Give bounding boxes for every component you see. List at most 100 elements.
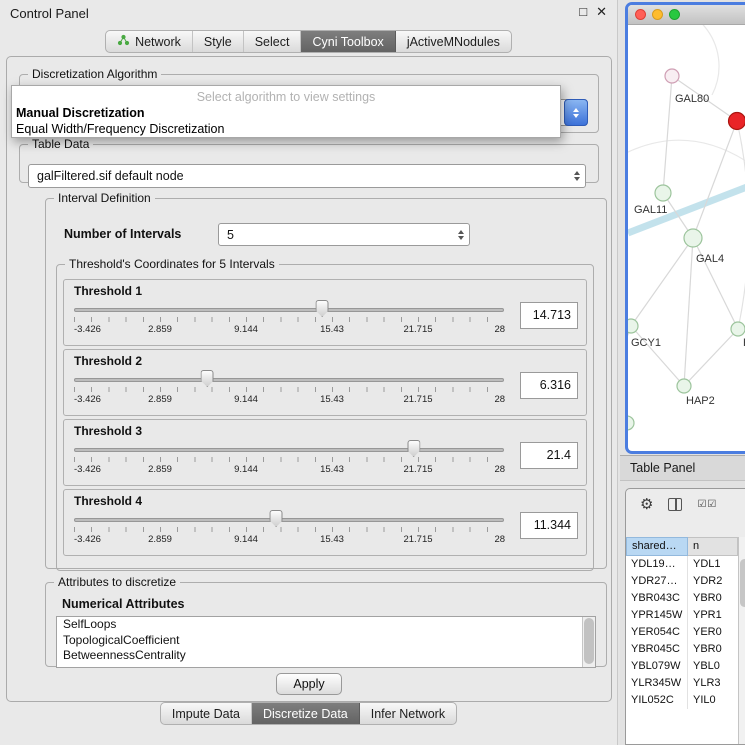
table-data-combobox[interactable]: galFiltered.sif default node [28,164,586,188]
close-icon[interactable]: ✕ [596,4,607,20]
tick-label: 9.144 [234,324,258,335]
close-traffic-light[interactable] [635,9,646,20]
float-window-icon[interactable]: □ [579,4,587,20]
table-row[interactable]: YBR045CYBR0 [626,641,738,658]
cell[interactable]: YBL0 [688,658,738,675]
table-row[interactable]: YLR345WYLR3 [626,675,738,692]
tick-label: -3.426 [74,324,101,335]
select-all-checkboxes-icon[interactable]: ☑☑ [697,499,717,510]
slider-thumb[interactable] [201,370,214,387]
threshold-1-value-field[interactable]: 14.713 [520,302,578,329]
thresholds-group: Threshold's Coordinates for 5 Intervals … [56,257,594,571]
threshold-4-value-field[interactable]: 11.344 [520,512,578,539]
cell[interactable]: YLR345W [626,675,688,692]
column-header-shared-name[interactable]: shared… [626,537,688,556]
tab-infer-network[interactable]: Infer Network [360,703,456,724]
cell[interactable]: YDL19… [626,556,688,573]
number-of-intervals-combobox[interactable]: 5 [218,223,470,246]
tab-style[interactable]: Style [193,31,244,52]
tab-discretize-data[interactable]: Discretize Data [252,703,360,724]
table-row[interactable]: YDR27…YDR2 [626,573,738,590]
threshold-2-value-field[interactable]: 6.316 [520,372,578,399]
tab-cyni-toolbox[interactable]: Cyni Toolbox [301,31,395,52]
tab-jactivemnodules[interactable]: jActiveMNodules [396,31,511,52]
node[interactable] [731,322,745,336]
node-selected[interactable] [729,113,745,130]
cell[interactable]: YLR3 [688,675,738,692]
tab-select[interactable]: Select [244,31,302,52]
cell[interactable]: YBR0 [688,641,738,658]
node[interactable] [684,229,702,247]
table-row[interactable]: YBL079WYBL0 [626,658,738,675]
scrollbar-thumb[interactable] [740,559,745,607]
node[interactable] [677,379,691,393]
threshold-2-slider[interactable]: -3.4262.8599.14415.4321.71528 [74,367,504,413]
cell[interactable]: YBR0 [688,590,738,607]
tick-label: -3.426 [74,464,101,475]
table-scrollbar[interactable] [738,537,745,744]
dropdown-option-equal-width[interactable]: Equal Width/Frequency Discretization [12,121,560,137]
cell[interactable]: YBR045C [626,641,688,658]
network-icon [117,34,130,49]
table-row[interactable]: YDL19…YDL1 [626,556,738,573]
node[interactable] [628,319,638,333]
cell[interactable]: YDR2 [688,573,738,590]
cell[interactable]: YER0 [688,624,738,641]
table-panel-window: ⚙ ☑☑ shared… n YDL19…YDL1 YDR27…YDR2 YBR… [625,488,745,745]
table-row[interactable]: YER054CYER0 [626,624,738,641]
table-row[interactable]: YIL052CYIL0 [626,692,738,709]
threshold-1-slider[interactable]: -3.4262.8599.14415.4321.71528 [74,297,504,343]
threshold-3-value-field[interactable]: 21.4 [520,442,578,469]
cell[interactable]: YER054C [626,624,688,641]
network-canvas[interactable]: GAL80 GAL11 GAL4 GCY1 HAP2 H [628,25,745,450]
node[interactable] [628,416,634,430]
zoom-traffic-light[interactable] [669,9,680,20]
algorithm-dropdown-popup: Select algorithm to view settings Manual… [11,85,561,138]
numerical-attributes-list[interactable]: SelfLoops TopologicalCoefficient Between… [56,616,596,668]
table-row[interactable]: YPR145WYPR1 [626,607,738,624]
tick-label: 28 [494,394,505,405]
tab-network[interactable]: Network [106,31,193,52]
tab-impute-data[interactable]: Impute Data [161,703,252,724]
group-title: Table Data [28,137,93,151]
combobox-value: 5 [227,228,234,242]
gear-icon[interactable]: ⚙ [640,495,653,513]
list-scrollbar[interactable] [582,617,595,667]
dropdown-option-manual-discretization[interactable]: Manual Discretization [12,105,560,121]
slider-track [74,308,504,312]
cell[interactable]: YPR1 [688,607,738,624]
column-header-name[interactable]: n [688,537,738,556]
minimize-traffic-light[interactable] [652,9,663,20]
scrollbar-thumb[interactable] [584,618,594,664]
table-row[interactable]: YBR043CYBR0 [626,590,738,607]
node[interactable] [655,185,671,201]
top-tabbar: Network Style Select Cyni Toolbox jActiv… [105,30,512,53]
apply-button[interactable]: Apply [276,673,342,695]
tick-label: 15.43 [320,534,344,545]
cell[interactable]: YBL079W [626,658,688,675]
tab-label: Discretize Data [263,707,348,721]
cell[interactable]: YPR145W [626,607,688,624]
cell[interactable]: YBR043C [626,590,688,607]
cell[interactable]: YDR27… [626,573,688,590]
list-item[interactable]: BetweennessCentrality [57,648,595,664]
threshold-3-slider[interactable]: -3.4262.8599.14415.4321.71528 [74,437,504,483]
node[interactable] [665,69,679,83]
cell[interactable]: YDL1 [688,556,738,573]
columns-icon[interactable] [668,498,682,511]
tick-label: 28 [494,534,505,545]
cell[interactable]: YIL0 [688,692,738,709]
slider-thumb[interactable] [407,440,420,457]
slider-thumb[interactable] [316,300,329,317]
combobox-arrows-icon [458,230,464,240]
tick-label: 9.144 [234,464,258,475]
tick-label: 9.144 [234,534,258,545]
tick-label: -3.426 [74,534,101,545]
list-item[interactable]: TopologicalCoefficient [57,633,595,649]
list-item[interactable]: SelfLoops [57,617,595,633]
slider-thumb[interactable] [270,510,283,527]
threshold-4-slider[interactable]: -3.4262.8599.14415.4321.71528 [74,507,504,553]
combobox-arrows-icon[interactable] [564,99,588,126]
slider-track [74,448,504,452]
cell[interactable]: YIL052C [626,692,688,709]
